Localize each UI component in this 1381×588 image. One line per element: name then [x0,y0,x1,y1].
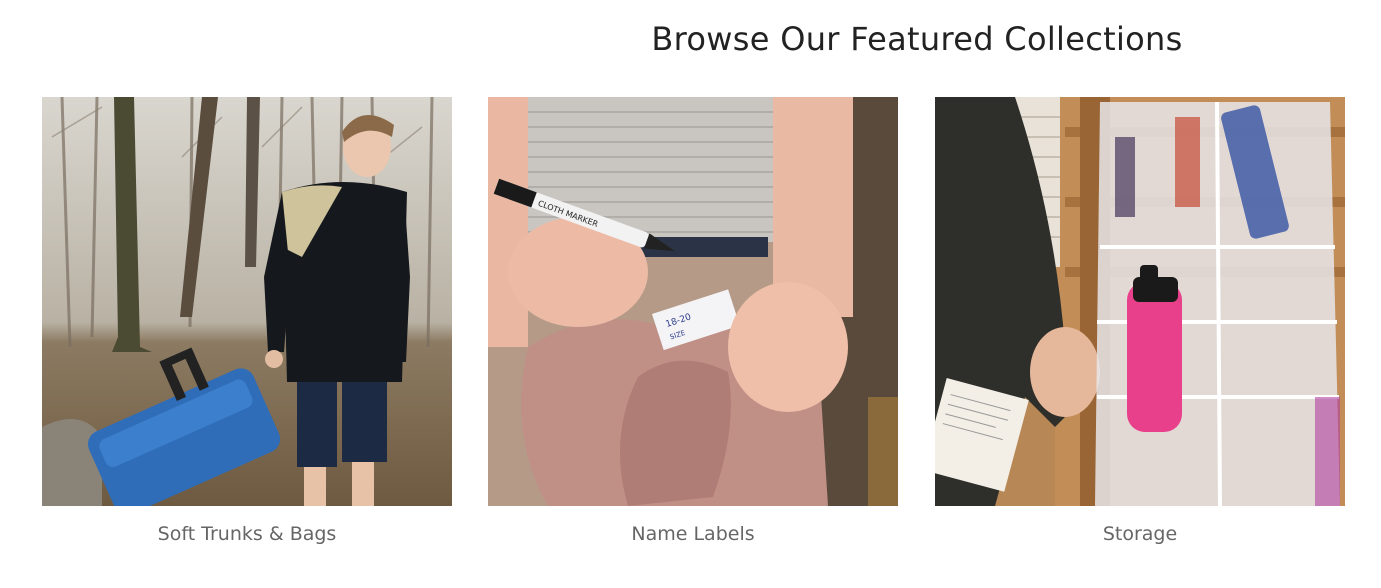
storage-image[interactable] [935,97,1345,506]
collection-card-name-labels[interactable]: CLOTH MARKER 18-20 SIZE Name Labels [488,97,898,545]
collection-caption[interactable]: Storage [935,523,1345,545]
collection-caption[interactable]: Name Labels [488,523,898,545]
collection-caption[interactable]: Soft Trunks & Bags [42,523,452,545]
section-title: Browse Our Featured Collections [651,20,1183,58]
soft-trunks-bags-image[interactable] [42,97,452,506]
collection-card-soft-trunks-bags[interactable]: Soft Trunks & Bags [42,97,452,545]
collection-card-storage[interactable]: Storage [935,97,1345,545]
name-labels-image[interactable]: CLOTH MARKER 18-20 SIZE [488,97,898,506]
